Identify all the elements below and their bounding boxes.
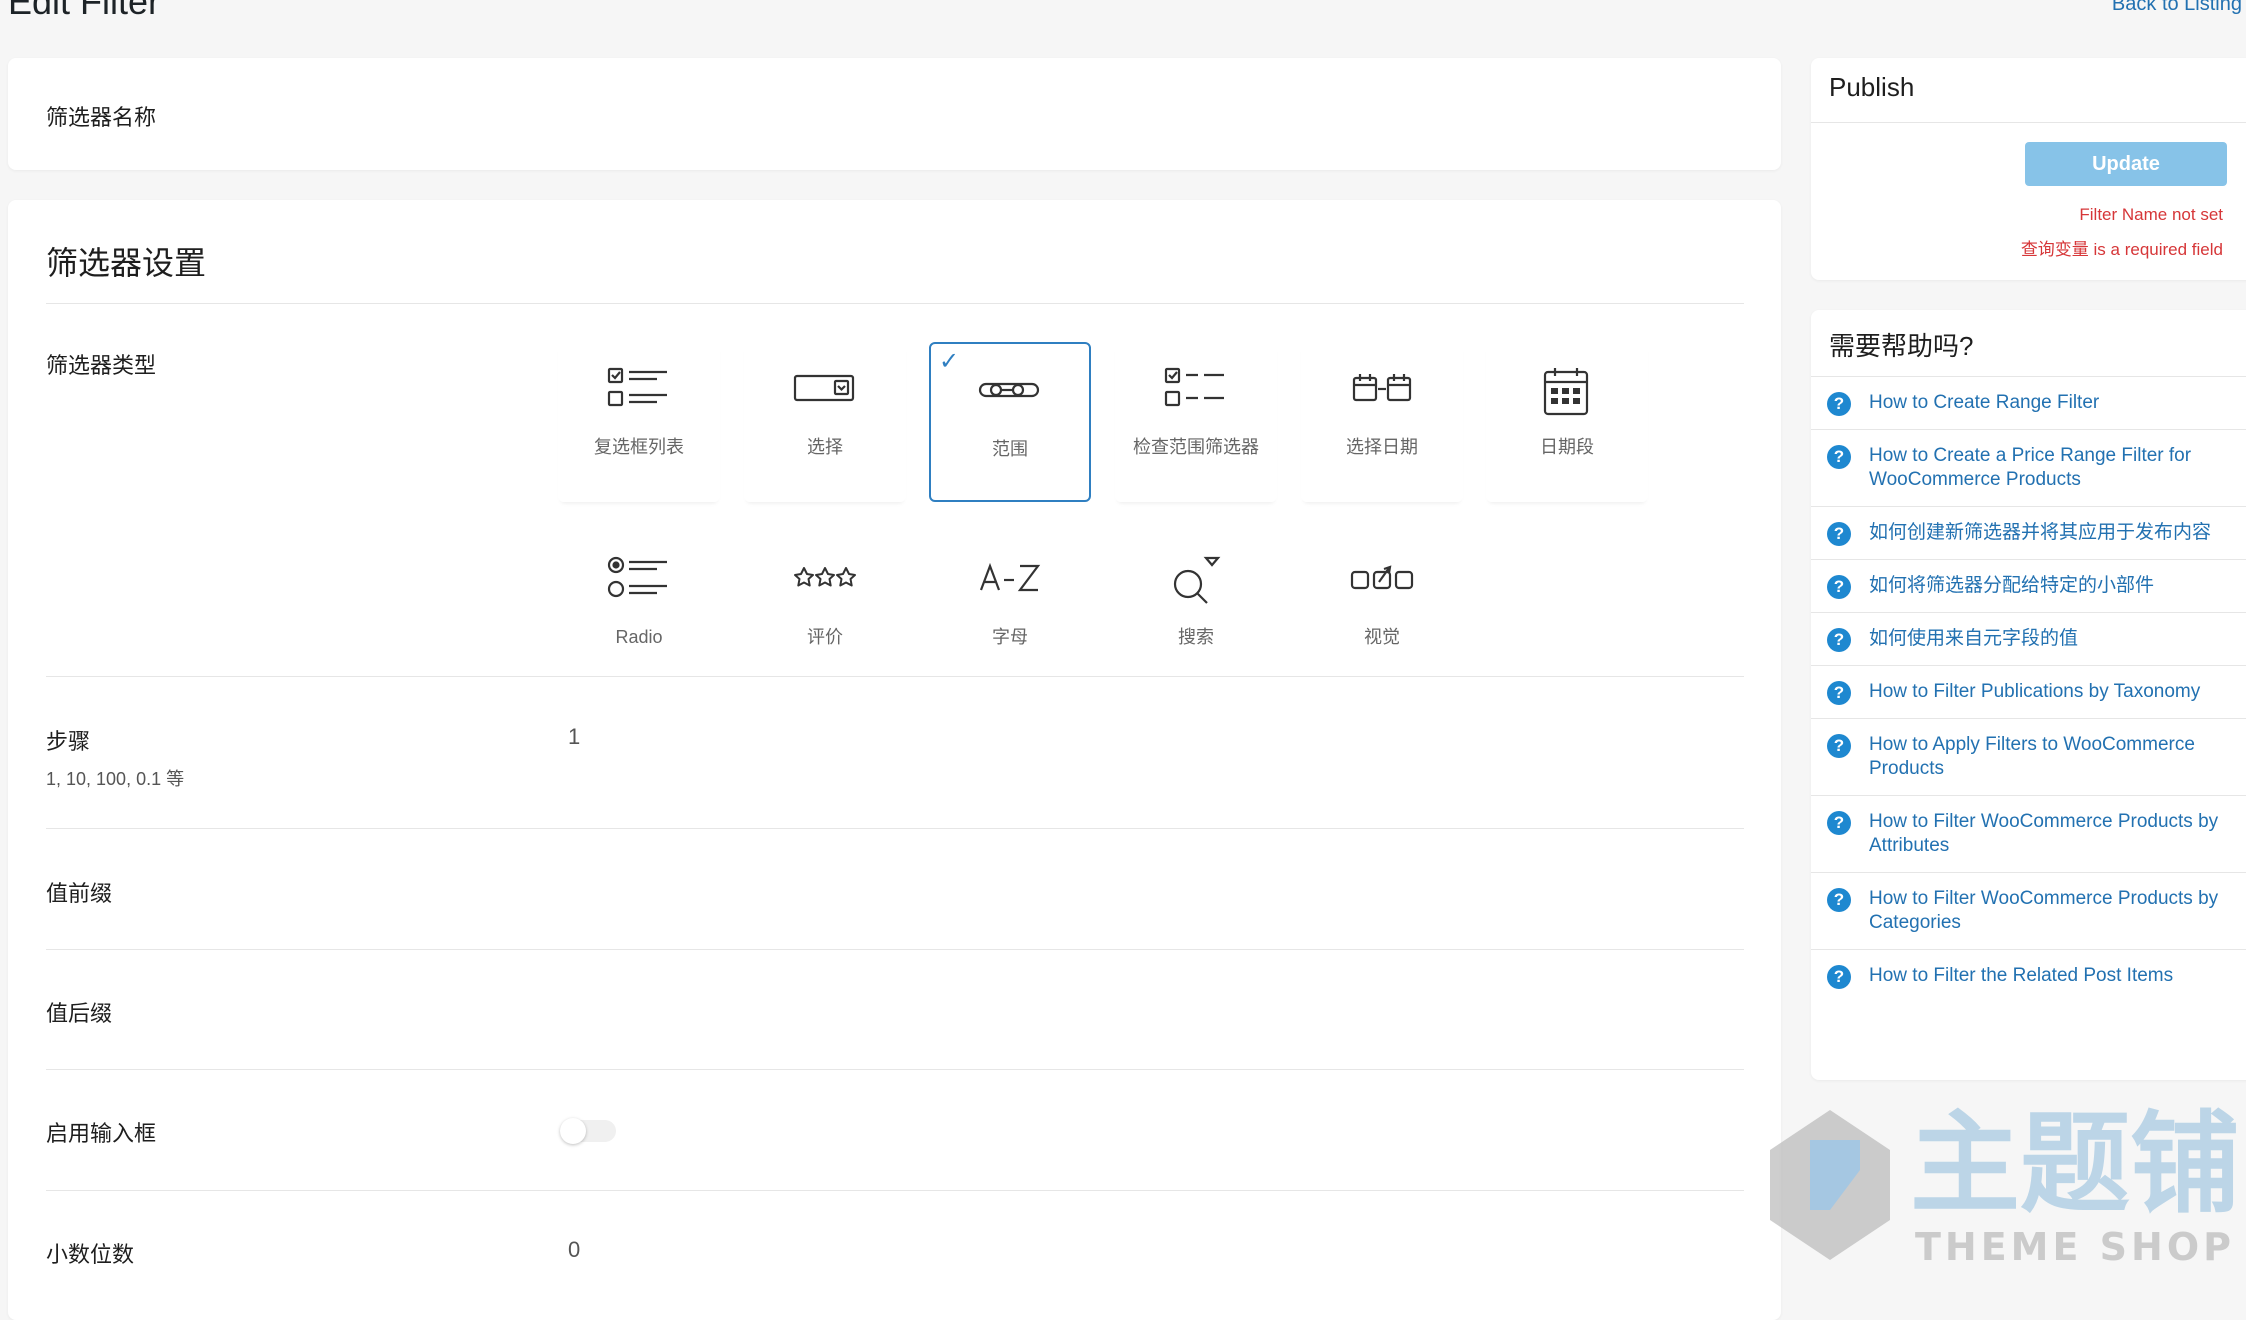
watermark-sub: THEME SHOP	[1915, 1225, 2235, 1269]
help-link-text: How to Create a Price Range Filter for W…	[1869, 445, 2192, 490]
radio-list-icon	[607, 556, 667, 598]
type-tile-search[interactable]: 搜索	[1115, 532, 1277, 692]
help-link-text: How to Filter the Related Post Items	[1869, 965, 2174, 986]
question-icon: ?	[1827, 888, 1851, 912]
question-icon: ?	[1827, 734, 1851, 758]
type-tile-check-range[interactable]: 检查范围筛选器	[1115, 342, 1277, 502]
divider	[46, 1190, 1744, 1191]
value-suffix-label: 值后缀	[46, 1001, 113, 1026]
question-icon: ?	[1827, 965, 1851, 989]
help-link[interactable]: ? How to Filter the Related Post Items	[1811, 949, 2246, 1002]
filter-name-label: 筛选器名称	[46, 105, 157, 130]
type-label: 评价	[807, 627, 843, 647]
help-link-text: How to Filter WooCommerce Products by At…	[1869, 811, 2219, 856]
publish-title: Publish	[1829, 72, 1915, 102]
help-link[interactable]: ? How to Filter WooCommerce Products by A…	[1811, 795, 2246, 872]
divider	[1811, 122, 2246, 123]
filter-settings-section: 筛选器设置 筛选器类型 复选框列表 选择 ✓ 范围 检查范围筛选器 选择日期 日…	[8, 200, 1781, 1320]
type-tile-radio[interactable]: Radio	[558, 532, 720, 692]
help-link-text: How to Filter WooCommerce Products by Ca…	[1869, 888, 2219, 933]
range-icon	[978, 382, 1040, 398]
type-label: 选择	[807, 437, 843, 457]
divider	[46, 949, 1744, 950]
search-icon	[1173, 556, 1221, 604]
help-link[interactable]: ? How to Filter Publications by Taxonomy	[1811, 665, 2246, 718]
type-label: 复选框列表	[594, 437, 684, 457]
type-tile-date-select[interactable]: 选择日期	[1301, 342, 1463, 502]
help-title: 需要帮助吗?	[1829, 331, 1974, 361]
help-link[interactable]: ? 如何使用来自元字段的值	[1811, 612, 2246, 665]
date-select-icon	[1352, 374, 1412, 402]
type-tile-alphabet[interactable]: 字母	[929, 532, 1091, 692]
value-prefix-label: 值前缀	[46, 881, 113, 906]
type-label: 视觉	[1364, 627, 1400, 647]
update-button[interactable]: Update	[2025, 142, 2227, 186]
calendar-icon	[1543, 368, 1589, 416]
question-icon: ?	[1827, 681, 1851, 705]
visual-icon	[1350, 565, 1414, 590]
back-to-listing-link[interactable]: Back to Listing	[2112, 0, 2242, 14]
help-link[interactable]: ? How to Apply Filters to WooCommerce Pro…	[1811, 718, 2246, 795]
error-filter-name: Filter Name not set	[2079, 205, 2223, 224]
type-label: 选择日期	[1346, 437, 1418, 457]
type-tile-rating[interactable]: 评价	[744, 532, 906, 692]
help-link[interactable]: ? How to Create a Price Range Filter for …	[1811, 429, 2246, 506]
question-icon: ?	[1827, 392, 1851, 416]
type-label: 检查范围筛选器	[1133, 437, 1259, 457]
error-query-var: 查询变量 is a required field	[2020, 240, 2223, 259]
divider	[46, 676, 1744, 677]
help-link[interactable]: ? 如何将筛选器分配给特定的小部件	[1811, 559, 2246, 612]
rating-stars-icon	[794, 567, 856, 587]
alphabet-icon	[979, 562, 1041, 592]
type-label: 日期段	[1540, 437, 1594, 457]
type-label: 字母	[992, 627, 1028, 647]
decimal-places-input[interactable]: 0	[568, 1237, 580, 1263]
filter-name-section: 筛选器名称	[8, 58, 1781, 170]
type-label: Radio	[615, 627, 663, 647]
type-tile-visual[interactable]: 视觉	[1301, 532, 1463, 692]
help-link-text: 如何使用来自元字段的值	[1869, 628, 2079, 649]
theme-shop-watermark: 主题铺 THEME SHOP	[1770, 1100, 2240, 1269]
filter-type-label: 筛选器类型	[46, 353, 157, 378]
divider	[46, 1069, 1744, 1070]
step-label: 步骤	[46, 729, 91, 754]
type-label: 搜索	[1178, 627, 1214, 647]
settings-title: 筛选器设置	[46, 245, 207, 281]
step-input[interactable]: 1	[568, 724, 580, 750]
help-link-text: 如何创建新筛选器并将其应用于发布内容	[1869, 522, 2212, 543]
help-link-text: How to Create Range Filter	[1869, 392, 2100, 413]
toggle-knob	[560, 1118, 586, 1144]
question-icon: ?	[1827, 522, 1851, 546]
watermark-brand: 主题铺	[1910, 1100, 2240, 1228]
question-icon: ?	[1827, 811, 1851, 835]
type-tile-date-range[interactable]: 日期段	[1486, 342, 1648, 502]
check-range-icon	[1164, 367, 1224, 407]
publish-panel: Publish Update Filter Name not set 查询变量 …	[1811, 58, 2246, 280]
checkbox-list-icon	[607, 367, 667, 407]
help-link-text: How to Filter Publications by Taxonomy	[1869, 681, 2201, 702]
decimal-places-label: 小数位数	[46, 1242, 135, 1267]
help-link[interactable]: ? How to Create Range Filter	[1811, 376, 2246, 429]
help-link-text: How to Apply Filters to WooCommerce Prod…	[1869, 734, 2195, 779]
help-link[interactable]: ? How to Filter WooCommerce Products by C…	[1811, 872, 2246, 949]
enable-input-label: 启用输入框	[46, 1121, 157, 1146]
type-tile-range[interactable]: ✓ 范围	[929, 342, 1091, 502]
type-tile-checkbox-list[interactable]: 复选框列表	[558, 342, 720, 502]
divider	[46, 303, 1744, 304]
page-title: Edit Filter	[8, 0, 161, 22]
type-tile-select[interactable]: 选择	[744, 342, 906, 502]
help-links-list: ? How to Create Range Filter ? How to Crea…	[1811, 376, 2246, 1002]
question-icon: ?	[1827, 628, 1851, 652]
checkmark-icon: ✓	[939, 348, 960, 375]
help-link-text: 如何将筛选器分配给特定的小部件	[1869, 575, 2155, 596]
select-icon	[793, 374, 855, 402]
question-icon: ?	[1827, 575, 1851, 599]
divider	[46, 828, 1744, 829]
help-link[interactable]: ? 如何创建新筛选器并将其应用于发布内容	[1811, 506, 2246, 559]
enable-input-toggle[interactable]	[560, 1118, 616, 1144]
help-panel: 需要帮助吗? ? How to Create Range Filter ? How …	[1811, 310, 2246, 1080]
question-icon: ?	[1827, 445, 1851, 469]
type-label: 范围	[992, 439, 1028, 459]
step-hint: 1, 10, 100, 0.1 等	[46, 769, 185, 789]
